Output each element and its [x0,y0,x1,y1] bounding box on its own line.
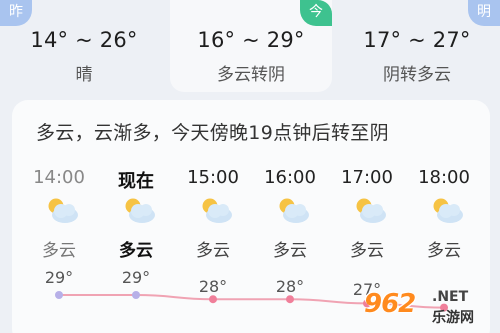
watermark-logo: 962 .NET 乐游网 [364,287,494,329]
day-tabs: 昨 14° ~ 26° 晴 今 16° ~ 29° 多云转阴 明 17° ~ 2… [0,0,500,96]
hour-temp: 29° [121,268,151,287]
watermark-962: 962 [364,289,416,319]
hour-condition: 多云 [119,241,153,261]
partly-cloudy-icon [279,198,309,223]
tomorrow-badge: 明 [468,0,500,26]
hour-temp: 28° [275,277,305,296]
tomorrow-temp-range: 17° ~ 27° [363,28,471,52]
today-temp-range: 16° ~ 29° [197,28,305,52]
hour-time: 现在 [118,171,154,192]
today-badge: 今 [300,0,332,26]
tab-today[interactable]: 今 16° ~ 29° 多云转阴 [170,0,332,92]
hour-item: 15:00 多云 28° [178,100,248,333]
hour-temp: 28° [198,277,228,296]
hour-time: 18:00 [418,167,470,188]
hour-condition: 多云 [273,241,307,261]
partly-cloudy-icon [125,198,155,223]
yesterday-badge: 昨 [0,0,32,26]
hour-condition: 多云 [350,241,384,261]
hour-condition: 多云 [196,241,230,261]
partly-cloudy-icon [202,198,232,223]
yesterday-condition: 晴 [75,65,93,85]
tab-yesterday[interactable]: 昨 14° ~ 26° 晴 [0,0,168,90]
partly-cloudy-icon [433,198,463,223]
hour-temp: 29° [44,268,74,287]
tomorrow-condition: 阴转多云 [383,65,451,85]
hour-item: 14:00 多云 29° [24,100,94,333]
hour-time: 17:00 [341,167,393,188]
watermark-net: .NET [432,289,469,305]
yesterday-temp-range: 14° ~ 26° [30,28,138,52]
hour-time: 14:00 [33,167,85,188]
hour-condition: 多云 [42,241,76,261]
hour-time: 15:00 [187,167,239,188]
tab-tomorrow[interactable]: 明 17° ~ 27° 阴转多云 [334,0,500,90]
hour-item: 16:00 多云 28° [255,100,325,333]
hour-time: 16:00 [264,167,316,188]
hour-item-now: 现在 多云 29° [101,100,171,333]
partly-cloudy-icon [356,198,386,223]
hour-condition: 多云 [427,241,461,261]
watermark-text: 乐游网 [432,310,474,326]
today-condition: 多云转阴 [217,65,285,85]
partly-cloudy-icon [48,198,78,223]
